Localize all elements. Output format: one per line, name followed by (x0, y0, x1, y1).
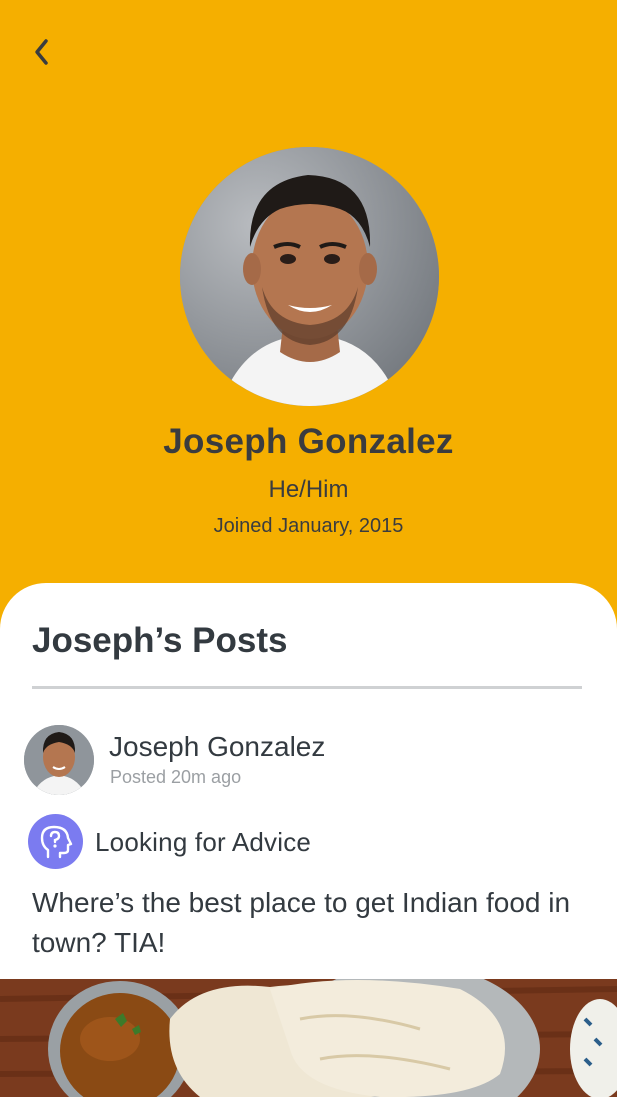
back-button[interactable] (22, 32, 62, 72)
posts-section-title: Joseph’s Posts (32, 621, 288, 660)
profile-header: Joseph Gonzalez He/Him Joined January, 2… (0, 0, 617, 620)
post-image[interactable] (0, 979, 617, 1097)
profile-avatar (180, 147, 439, 406)
profile-name: Joseph Gonzalez (163, 422, 454, 461)
posts-sheet: Joseph’s Posts Joseph Gonzalez Posted 20… (0, 583, 617, 1097)
post-body-text: Where’s the best place to get Indian foo… (32, 887, 571, 958)
post-author-name[interactable]: Joseph Gonzalez (109, 731, 325, 763)
post-author-avatar[interactable] (24, 725, 94, 795)
chevron-left-icon (35, 39, 48, 65)
post-timestamp: Posted 20m ago (110, 767, 242, 787)
advice-head-icon (28, 814, 83, 869)
divider (32, 686, 582, 689)
post-category-label: Looking for Advice (95, 827, 312, 857)
profile-pronouns: He/Him (268, 476, 349, 503)
profile-joined-date: Joined January, 2015 (213, 515, 404, 537)
